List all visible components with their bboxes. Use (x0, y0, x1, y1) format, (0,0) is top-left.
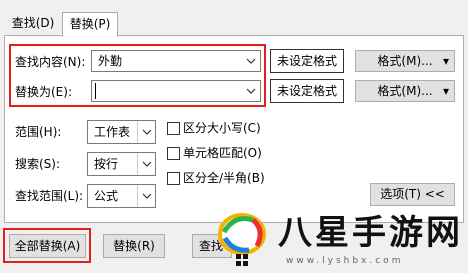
find-format-button[interactable]: 格式(M)... ▾ (355, 50, 455, 72)
chevron-down-icon[interactable] (242, 51, 260, 71)
search-order-label: 搜索(S): (15, 157, 61, 171)
match-case-label[interactable]: 区分大小写(C) (183, 120, 261, 136)
caret-down-icon: ▾ (442, 84, 449, 98)
look-in-value: 公式 (94, 189, 119, 203)
replace-format-button[interactable]: 格式(M)... ▾ (355, 80, 455, 102)
search-order-value: 按行 (94, 157, 119, 171)
tab-find[interactable]: 查找(D) (4, 12, 62, 36)
replace-all-button[interactable]: 全部替换(A) (9, 234, 86, 258)
match-byte-width-checkbox[interactable] (167, 172, 180, 185)
match-entire-cell-checkbox[interactable] (167, 147, 180, 160)
text-cursor (95, 83, 96, 99)
replace-with-label: 替换为(E): (15, 85, 72, 99)
search-order-select[interactable]: 按行 (87, 152, 156, 176)
find-format-status: 未设定格式 (270, 49, 344, 73)
match-byte-width-label[interactable]: 区分全/半角(B) (183, 170, 265, 186)
match-entire-cell-label[interactable]: 单元格匹配(O) (183, 145, 262, 161)
look-in-select[interactable]: 公式 (87, 184, 156, 208)
watermark-url: www.lyshbx.com (286, 256, 404, 266)
chevron-down-icon[interactable] (242, 81, 260, 101)
scope-value: 工作表 (94, 125, 131, 139)
tab-replace[interactable]: 替换(P) (62, 12, 118, 37)
replace-format-status: 未设定格式 (270, 79, 344, 103)
chevron-down-icon[interactable] (137, 185, 155, 207)
replace-with-combo[interactable] (91, 80, 261, 102)
find-what-combo[interactable]: 外勤 (91, 50, 261, 72)
scope-select[interactable]: 工作表 (87, 120, 156, 144)
caret-down-icon: ▾ (442, 54, 449, 68)
find-format-button-label: 格式(M)... (377, 54, 433, 68)
look-in-label: 查找范围(L): (15, 189, 84, 203)
find-what-label: 查找内容(N): (15, 55, 86, 69)
scope-label: 范围(H): (15, 125, 62, 139)
match-case-checkbox[interactable] (167, 122, 180, 135)
watermark-text: 八星手游网 (278, 213, 463, 253)
options-toggle-button[interactable]: 选项(T) << (370, 183, 455, 206)
find-what-value[interactable]: 外勤 (98, 54, 122, 69)
replace-button[interactable]: 替换(R) (103, 234, 165, 258)
chevron-down-icon[interactable] (137, 153, 155, 175)
replace-format-button-label: 格式(M)... (377, 84, 433, 98)
chevron-down-icon[interactable] (137, 121, 155, 143)
watermark-logo-icon (218, 213, 266, 266)
